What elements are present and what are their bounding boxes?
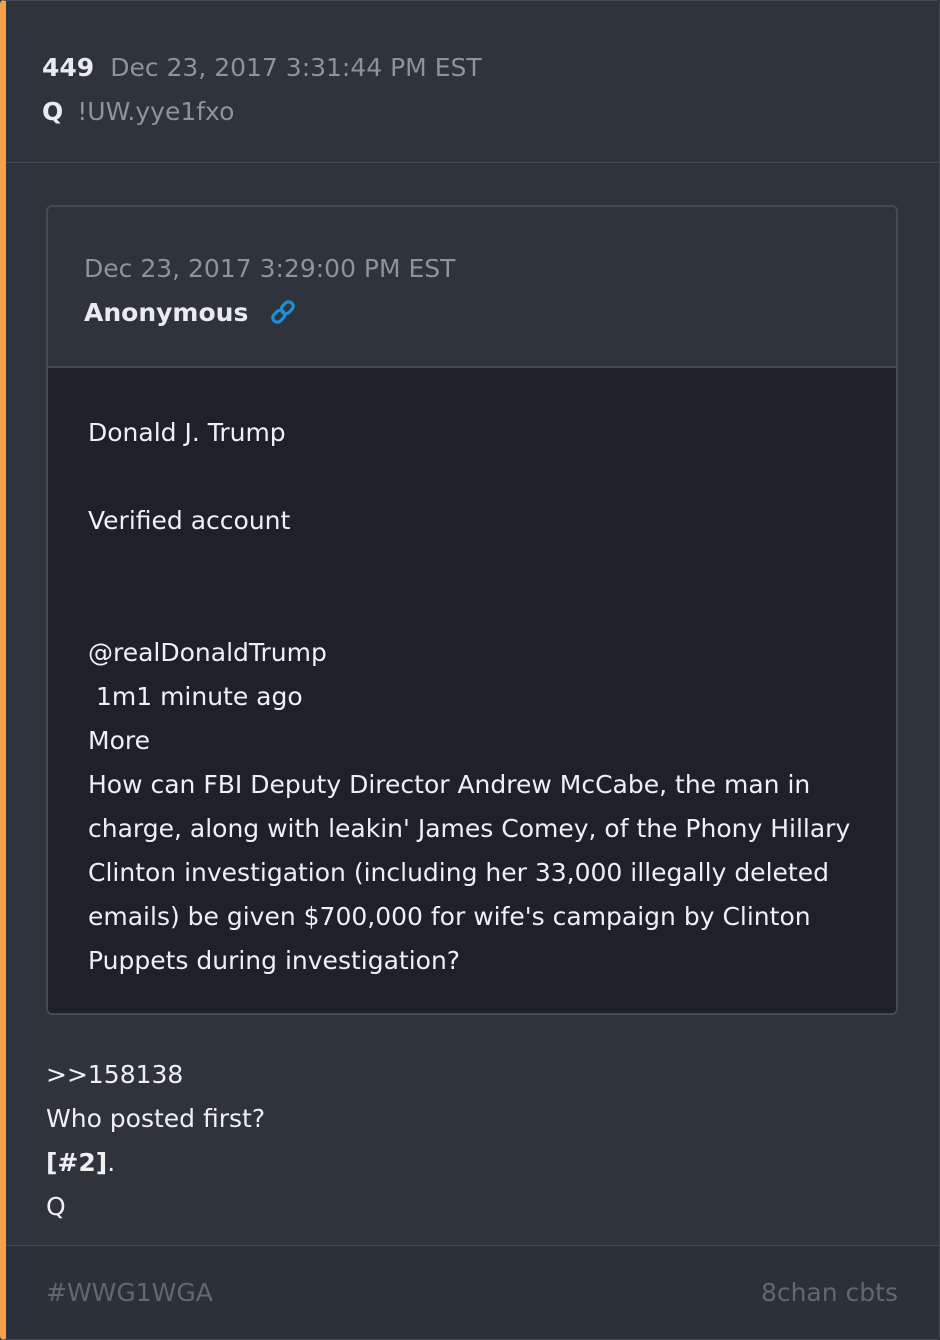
quoted-line bbox=[88, 587, 856, 631]
post-meta-line: 449 Dec 23, 2017 3:31:44 PM EST bbox=[42, 45, 903, 89]
post-header: 449 Dec 23, 2017 3:31:44 PM EST Q !UW.yy… bbox=[6, 1, 939, 163]
link-icon[interactable] bbox=[268, 297, 298, 327]
quoted-post-header: Dec 23, 2017 3:29:00 PM EST Anonymous bbox=[48, 207, 896, 368]
quoted-post-timestamp: Dec 23, 2017 3:29:00 PM EST bbox=[84, 253, 456, 283]
footer-source: 8chan cbts bbox=[760, 1278, 898, 1307]
post-card: 449 Dec 23, 2017 3:31:44 PM EST Q !UW.yy… bbox=[0, 0, 940, 1340]
post-message: >>158138 Who posted first? [#2]. Q bbox=[46, 1015, 898, 1233]
quoted-line: emails) be given $700,000 for wife's cam… bbox=[88, 902, 811, 931]
reply-reference-link[interactable]: >>158138 bbox=[46, 1053, 898, 1097]
message-line: [#2]. bbox=[46, 1141, 898, 1185]
message-text: . bbox=[107, 1148, 116, 1177]
quoted-post-meta-line: Dec 23, 2017 3:29:00 PM EST bbox=[84, 246, 860, 290]
post-author: Q bbox=[42, 96, 64, 126]
post-number: 449 bbox=[42, 52, 95, 82]
quoted-line: How can FBI Deputy Director Andrew McCab… bbox=[88, 770, 811, 799]
post-tripcode: !UW.yye1fxo bbox=[77, 96, 235, 126]
quoted-line: charge, along with leakin' James Comey, … bbox=[88, 814, 851, 843]
post-timestamp: Dec 23, 2017 3:31:44 PM EST bbox=[110, 52, 482, 82]
quoted-line: Puppets during investigation? bbox=[88, 946, 461, 975]
quoted-line: 1m1 minute ago bbox=[88, 682, 303, 711]
quoted-post: Dec 23, 2017 3:29:00 PM EST Anonymous Do… bbox=[46, 205, 898, 1015]
quoted-line bbox=[88, 543, 856, 587]
quoted-line: @realDonaldTrump bbox=[88, 638, 327, 667]
quoted-post-author: Anonymous bbox=[84, 297, 249, 327]
footer-tag: #WWG1WGA bbox=[46, 1278, 213, 1307]
message-line: Who posted first? bbox=[46, 1104, 266, 1133]
quoted-post-text: Donald J. Trump Verified account @realDo… bbox=[48, 368, 896, 1013]
quoted-post-author-line: Anonymous bbox=[84, 290, 860, 334]
post-footer: #WWG1WGA 8chan cbts bbox=[6, 1245, 939, 1339]
quoted-line: Donald J. Trump bbox=[88, 418, 286, 447]
quoted-line bbox=[88, 455, 856, 499]
post-body: Dec 23, 2017 3:29:00 PM EST Anonymous Do… bbox=[6, 163, 939, 1233]
quoted-line: Verified account bbox=[88, 506, 291, 535]
quoted-line: Clinton investigation (including her 33,… bbox=[88, 858, 829, 887]
message-signature: Q bbox=[46, 1192, 66, 1221]
message-bold-text: [#2] bbox=[46, 1148, 108, 1177]
quoted-line: More bbox=[88, 726, 150, 755]
post-author-line: Q !UW.yye1fxo bbox=[42, 89, 903, 133]
